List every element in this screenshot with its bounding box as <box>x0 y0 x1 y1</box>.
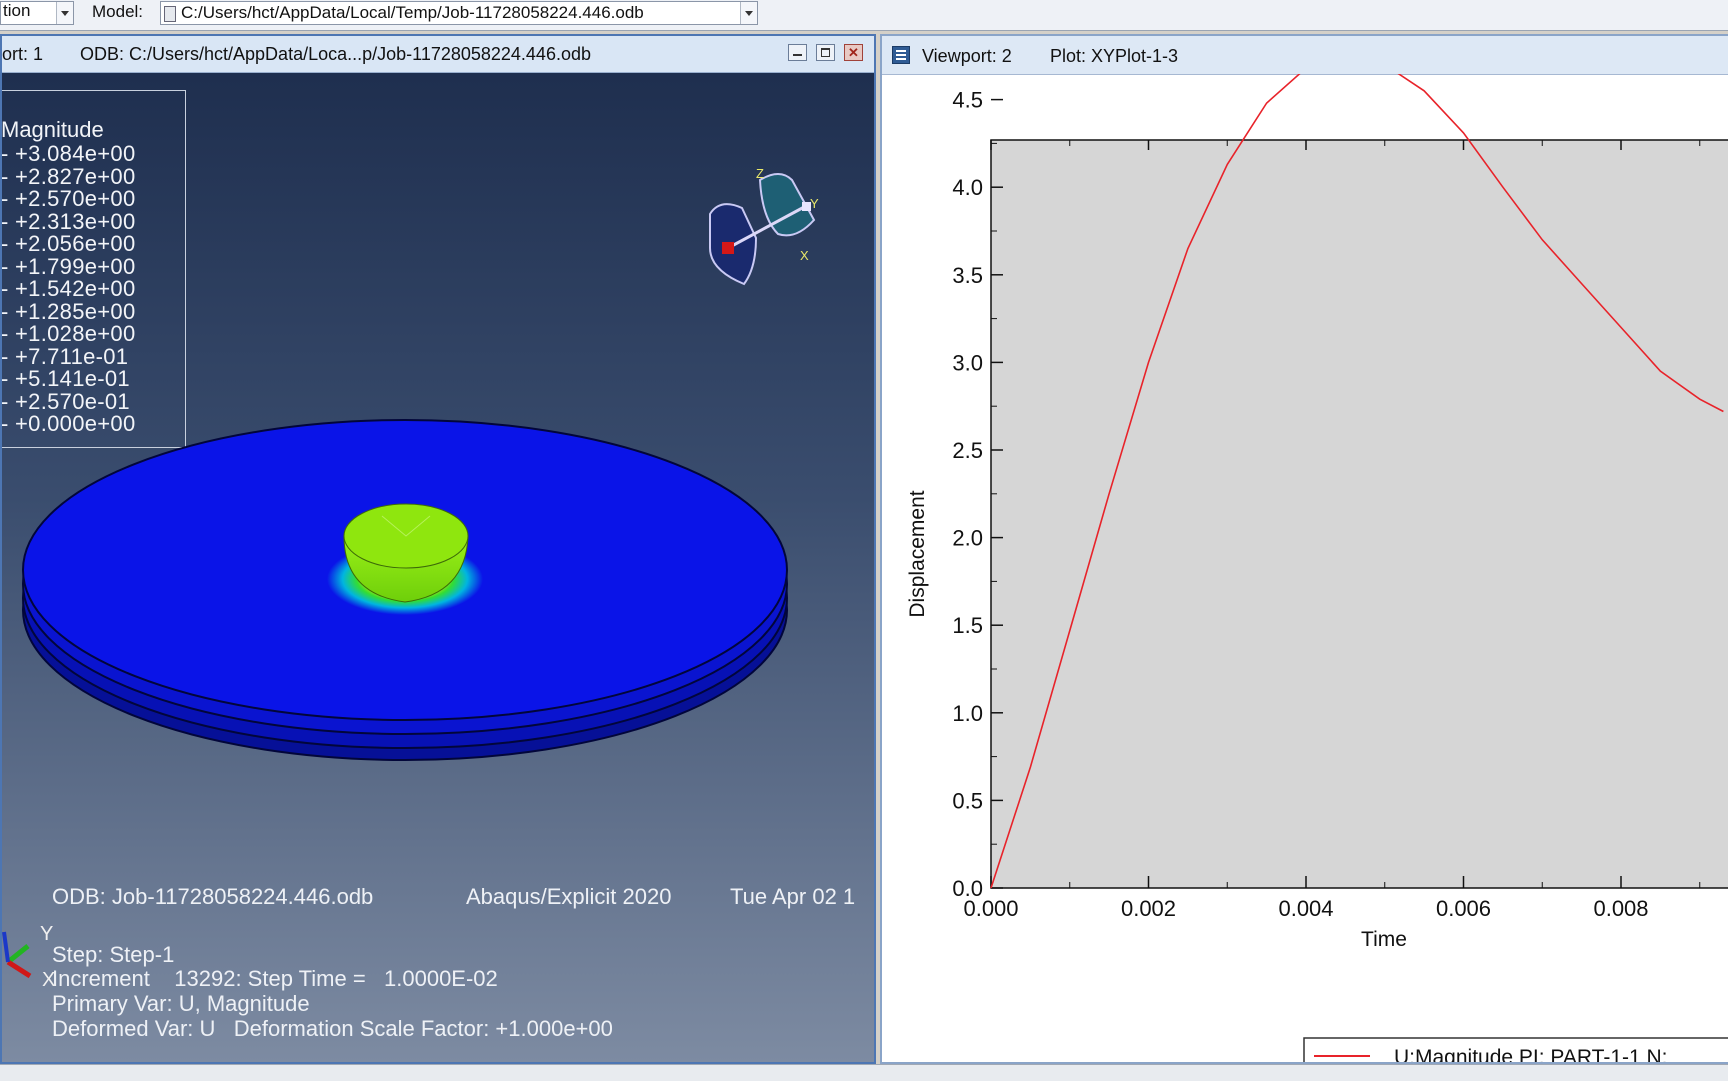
y-tick-label: 1.5 <box>952 613 983 638</box>
xy-plot: 0.00.51.01.52.02.53.03.54.04.50.000 0.002… <box>906 74 1728 1064</box>
info-deformed-var: Deformed Var: U Deformation Scale Factor… <box>52 1016 613 1041</box>
axis-z-line <box>2 931 10 963</box>
model-combo[interactable]: C:/Users/hct/AppData/Local/Temp/Job-1172… <box>160 1 758 25</box>
module-value: tion <box>3 1 31 20</box>
plot-area <box>990 139 1728 889</box>
info-increment: Increment 13292: Step Time = 1.0000E-02 <box>52 966 498 991</box>
viewport-1[interactable]: ort: 1 ODB: C:/Users/hct/AppData/Loca...… <box>0 34 876 1064</box>
y-tick-label: 1.0 <box>952 701 983 726</box>
viewport-2[interactable]: Viewport: 2 Plot: XYPlot-1-3 0.0 0.5 1.0 1.… <box>880 34 1728 1064</box>
info-odb: ODB: Job-11728058224.446.odb <box>52 884 374 909</box>
triad-label-x: X <box>800 248 809 263</box>
y-tick-label: 0.5 <box>952 788 983 813</box>
axis-y-line <box>6 944 30 964</box>
plot-name: Plot: XYPlot-1-3 <box>1050 46 1179 66</box>
y-tick-label: 4.5 <box>952 88 983 113</box>
model-path: C:/Users/hct/AppData/Local/Temp/Job-1172… <box>181 3 644 22</box>
x-tick-label: 0.000 <box>963 896 1018 921</box>
viewport-1-titlebar[interactable]: ort: 1 ODB: C:/Users/hct/AppData/Loca...… <box>2 36 874 73</box>
viewport-2-titlebar[interactable]: Viewport: 2 Plot: XYPlot-1-3 <box>882 36 1728 75</box>
y-tick-label: 3.5 <box>952 263 983 288</box>
dropdown-icon <box>164 6 176 22</box>
info-step: Step: Step-1 <box>52 942 175 967</box>
info-primary-var: Primary Var: U, Magnitude <box>52 991 310 1016</box>
chevron-down-icon[interactable] <box>740 2 757 24</box>
y-tick-label: 4.0 <box>952 175 983 200</box>
view-triad-icon: Z Y X <box>709 166 819 286</box>
maximize-icon[interactable] <box>816 44 835 61</box>
model-label: Model: <box>92 2 144 21</box>
axis-x-line <box>6 959 32 979</box>
status-bar <box>0 1064 1728 1081</box>
viewport-1-title: ort: 1 <box>2 44 44 64</box>
triad-label-z: Z <box>756 166 764 181</box>
x-tick-label: 0.006 <box>1436 896 1491 921</box>
x-tick-label: 0.004 <box>1278 896 1333 921</box>
y-tick-label: 3.0 <box>952 350 983 375</box>
y-axis-label: Displacement <box>906 490 929 617</box>
info-date: Tue Apr 02 1 <box>730 884 856 909</box>
viewport-1-odb-path: ODB: C:/Users/hct/AppData/Loca...p/Job-1… <box>80 44 591 64</box>
global-axes-icon: Y X <box>2 923 55 990</box>
y-tick-label: 2.0 <box>952 526 983 551</box>
viewport-2-title: Viewport: 2 <box>922 46 1012 66</box>
axis-label-y: Y <box>40 923 53 945</box>
y-tick-label: 2.5 <box>952 438 983 463</box>
x-tick-label: 0.002 <box>1121 896 1176 921</box>
model-render <box>22 419 788 761</box>
module-combo[interactable]: tion <box>0 1 74 25</box>
viewport-menu-icon[interactable] <box>892 46 910 64</box>
legend-label: U:Magnitude PI: PART-1-1 N: <box>1394 1046 1668 1064</box>
minimize-icon[interactable] <box>788 44 807 61</box>
triad-origin-marker <box>722 242 734 254</box>
chevron-down-icon[interactable] <box>56 2 73 24</box>
axis-label-x: X <box>42 969 55 990</box>
x-tick-label: 0.008 <box>1593 896 1648 921</box>
close-icon[interactable]: ✕ <box>844 44 863 61</box>
triad-label-y: Y <box>810 196 819 211</box>
info-solver: Abaqus/Explicit 2020 <box>466 884 672 909</box>
context-toolbar: tion Model: C:/Users/hct/AppData/Local/T… <box>0 0 1728 31</box>
x-axis-label: Time <box>1361 928 1407 951</box>
legend-title: Magnitude <box>1 117 104 142</box>
